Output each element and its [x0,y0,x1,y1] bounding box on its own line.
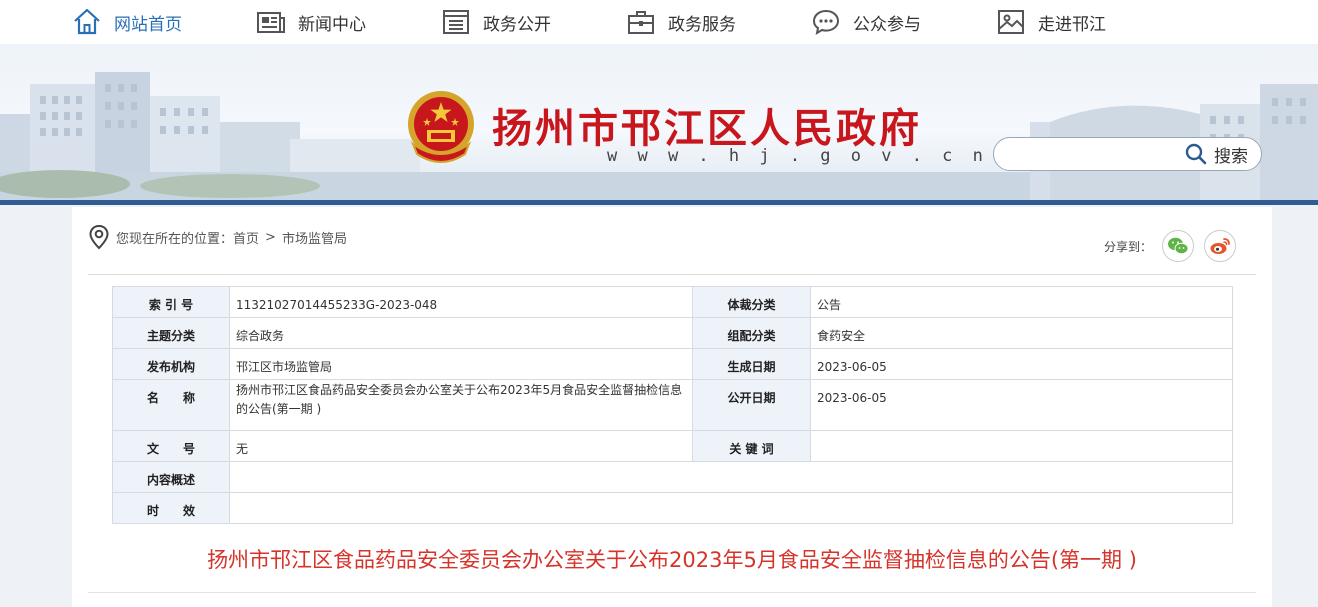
briefcase-icon [628,11,654,34]
banner-divider [0,200,1318,205]
nav-item-home[interactable]: 网站首页 [72,0,182,44]
table-row: 名 称 扬州市邗江区食品药品安全委员会办公室关于公布2023年5月食品安全监督抽… [112,379,1233,431]
nav-item-news[interactable]: 新闻中心 [256,0,366,44]
breadcrumb-home-link[interactable]: 首页 [233,228,259,247]
created-date-value: 2023-06-05 [810,348,1233,380]
search-icon [1185,143,1207,165]
picture-icon [998,10,1024,34]
index-label: 索 引 号 [112,286,230,318]
breadcrumb-prefix: 您现在所在的位置： [116,231,234,247]
published-date-value: 2023-06-05 [810,379,1233,431]
name-value: 扬州市邗江区食品药品安全委员会办公室关于公布2023年5月食品安全监督抽检信息的… [229,379,693,431]
news-icon [257,12,285,33]
theme-value: 综合政务 [229,317,693,349]
table-row: 索 引 号 11321027014455233G-2023-048 体裁分类 公… [112,286,1233,318]
search-input[interactable] [1008,144,1178,164]
publisher-value: 邗江区市场监管局 [229,348,693,380]
nav-item-government-affairs[interactable]: 政务公开 [441,0,551,44]
search-button[interactable]: 搜索 [1184,142,1248,167]
category-label: 组配分类 [692,317,811,349]
keywords-label: 关 键 词 [692,430,811,462]
validity-label: 时 效 [112,492,230,524]
nav-item-government-services[interactable]: 政务服务 [626,0,736,44]
table-row: 时 效 [112,492,1233,524]
table-row: 发布机构 邗江区市场监管局 生成日期 2023-06-05 [112,348,1233,380]
share-wechat-button[interactable] [1162,230,1195,262]
national-emblem-icon [408,91,474,163]
title-divider [88,592,1256,593]
document-number-value: 无 [229,430,693,462]
nav-label: 公众参与 [853,14,921,35]
breadcrumb-current-link[interactable]: 市场监管局 [282,228,347,247]
validity-value [229,492,1233,524]
location-pin-icon [89,224,109,250]
genre-value: 公告 [810,286,1233,318]
genre-label: 体裁分类 [692,286,811,318]
document-info-table: 索 引 号 11321027014455233G-2023-048 体裁分类 公… [112,286,1233,524]
nav-item-public-participation[interactable]: 公众参与 [811,0,921,44]
search-box: 搜索 [993,137,1262,171]
nav-label: 政务公开 [483,14,551,35]
share-weibo-button[interactable] [1204,230,1237,262]
document-number-label: 文 号 [112,430,230,462]
table-row: 文 号 无 关 键 词 [112,430,1233,462]
share-bar: 分享到： [1104,230,1237,262]
table-row: 内容概述 [112,461,1233,493]
keywords-value [810,430,1233,462]
nav-label: 网站首页 [114,14,182,35]
published-date-label: 公开日期 [692,379,811,431]
name-label: 名 称 [112,379,230,431]
summary-label: 内容概述 [112,461,230,493]
breadcrumb-separator: > [265,229,276,245]
table-row: 主题分类 综合政务 组配分类 食药安全 [112,317,1233,349]
category-value: 食药安全 [810,317,1233,349]
nav-label: 政务服务 [668,14,736,35]
nav-label: 走进邗江 [1038,14,1106,35]
breadcrumb-divider [88,274,1256,275]
created-date-label: 生成日期 [692,348,811,380]
home-icon [74,8,100,35]
share-label: 分享到： [1104,239,1153,254]
article-title: 扬州市邗江区食品药品安全委员会办公室关于公布2023年5月食品安全监督抽检信息的… [207,548,1137,572]
nav-label: 新闻中心 [298,14,366,35]
publisher-label: 发布机构 [112,348,230,380]
wechat-icon [1168,237,1189,255]
site-url: w w w . h j . g o v . c n [607,146,988,166]
theme-label: 主题分类 [112,317,230,349]
search-button-label: 搜索 [1214,146,1248,167]
chat-icon [812,9,840,36]
top-navigation: 网站首页 新闻中心 政务公开 政务服务 公众参与 走进邗江 [0,0,1318,44]
summary-value [229,461,1233,493]
document-list-icon [443,10,469,34]
header-banner: 扬州市邗江区人民政府 w w w . h j . g o v . c n 搜索 [0,44,1318,204]
index-value: 11321027014455233G-2023-048 [229,286,693,318]
nav-item-about-hanjiang[interactable]: 走进邗江 [996,0,1106,44]
breadcrumb: 您现在所在的位置： 首页 > 市场监管局 [88,224,347,250]
weibo-icon [1210,238,1230,254]
